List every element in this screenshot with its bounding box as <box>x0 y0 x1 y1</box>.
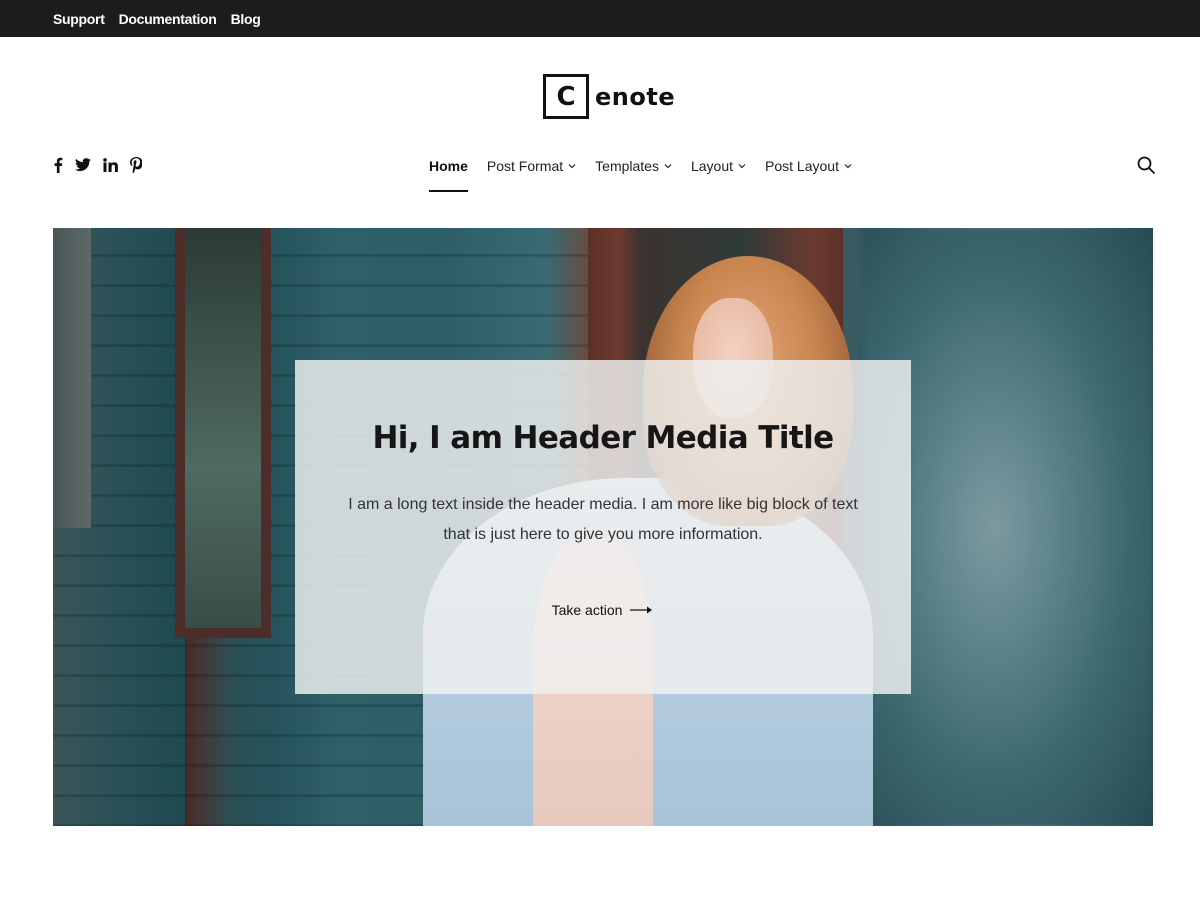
chevron-down-icon <box>568 164 576 169</box>
chevron-down-icon <box>664 164 672 169</box>
chevron-down-icon <box>844 164 852 169</box>
search-button[interactable] <box>1137 156 1155 174</box>
search-icon <box>1137 156 1155 174</box>
topbar-link-documentation[interactable]: Documentation <box>119 11 217 27</box>
hero-image-window <box>53 228 91 528</box>
site-logo[interactable]: C enote <box>543 74 675 119</box>
pinterest-icon[interactable] <box>130 155 142 175</box>
nav-item-post-format[interactable]: Post Format <box>487 158 576 174</box>
nav-item-label: Post Layout <box>765 158 839 174</box>
topbar-link-support[interactable]: Support <box>53 11 105 27</box>
main-navigation: Home Post Format Templates Layout Post L… <box>429 155 852 192</box>
chevron-down-icon <box>738 164 746 169</box>
linkedin-icon[interactable] <box>103 155 118 175</box>
nav-item-label: Post Format <box>486 158 564 174</box>
logo-text: enote <box>595 82 676 111</box>
nav-item-post-layout[interactable]: Post Layout <box>765 158 852 174</box>
header-media: Hi, I am Header Media Title I am a long … <box>53 228 1153 826</box>
logo-mark: C <box>543 74 589 119</box>
top-bar: Support Documentation Blog <box>0 0 1200 37</box>
nav-item-label: Layout <box>690 158 734 174</box>
header-media-text: I am a long text inside the header media… <box>348 496 858 543</box>
take-action-label: Take action <box>551 602 623 618</box>
nav-item-home[interactable]: Home <box>429 158 468 192</box>
top-bar-menu: Support Documentation Blog <box>53 0 261 37</box>
arrow-right-icon <box>630 606 653 614</box>
nav-item-layout[interactable]: Layout <box>691 158 746 174</box>
facebook-icon[interactable] <box>53 155 63 175</box>
social-links <box>53 154 142 176</box>
header-media-title: Hi, I am Header Media Title <box>372 420 834 456</box>
twitter-icon[interactable] <box>75 155 91 175</box>
topbar-link-blog[interactable]: Blog <box>231 11 261 27</box>
nav-item-label: Templates <box>595 158 659 174</box>
header-media-content: Hi, I am Header Media Title I am a long … <box>295 360 911 694</box>
take-action-button[interactable]: Take action <box>552 602 655 618</box>
hero-image-window <box>175 228 271 638</box>
nav-item-templates[interactable]: Templates <box>595 158 672 174</box>
nav-item-label: Home <box>429 158 468 174</box>
